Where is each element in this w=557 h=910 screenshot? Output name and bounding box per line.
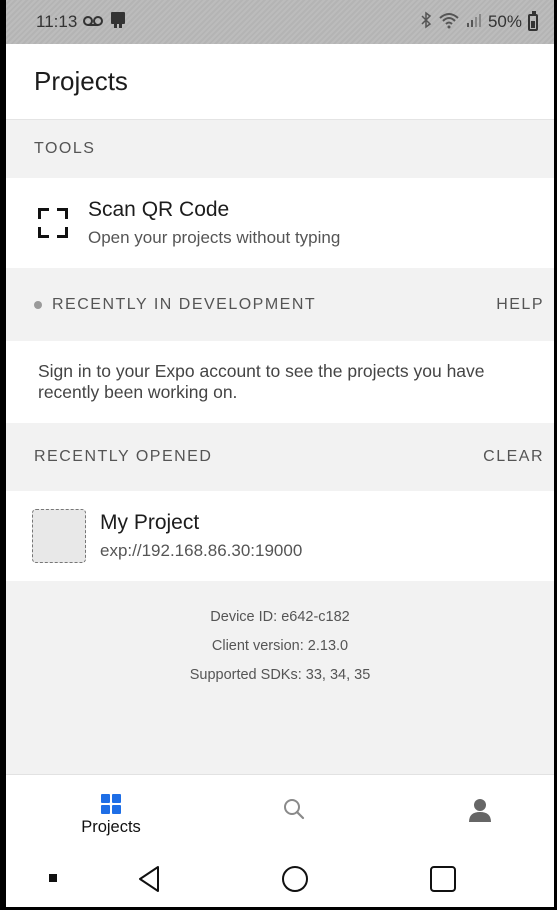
supported-sdks: Supported SDKs: 33, 34, 35	[189, 667, 371, 683]
signal-icon	[466, 12, 482, 33]
system-nav-bar	[6, 848, 554, 907]
scan-qr-title: Scan QR Code	[88, 198, 230, 221]
recent-opened-section-header: RECENTLY OPENED CLEAR	[6, 423, 554, 491]
menu-square-icon[interactable]	[42, 848, 66, 907]
search-icon	[282, 797, 306, 826]
grid-icon	[101, 794, 121, 814]
scan-qr-code-row[interactable]: Scan QR Code Open your projects without …	[6, 178, 554, 268]
project-name: My Project	[100, 511, 200, 534]
page-title: Projects	[34, 66, 128, 96]
scan-qr-subtitle: Open your projects without typing	[88, 228, 341, 247]
battery-percent: 50%	[487, 12, 522, 31]
help-button[interactable]: HELP	[496, 296, 544, 314]
tools-section-header: TOOLS	[6, 120, 554, 178]
bottom-tab-bar: Projects	[6, 774, 554, 848]
back-triangle-icon[interactable]	[132, 848, 166, 907]
bluetooth-icon	[420, 11, 432, 34]
device-id: Device ID: e642-c182	[210, 609, 350, 625]
clear-button[interactable]: CLEAR	[483, 448, 544, 466]
recents-square-icon[interactable]	[426, 848, 460, 907]
tools-section-label: TOOLS	[34, 140, 96, 157]
home-circle-icon[interactable]	[278, 848, 312, 907]
project-url: exp://192.168.86.30:19000	[100, 541, 303, 560]
tab-profile[interactable]	[410, 775, 550, 849]
status-time: 11:13	[36, 12, 78, 31]
app-header: Projects	[6, 44, 554, 120]
tab-projects-label: Projects	[81, 818, 141, 836]
tab-projects[interactable]: Projects	[41, 775, 181, 849]
status-bar: 11:13 50%	[6, 0, 554, 44]
recent-dev-section-header: RECENTLY IN DEVELOPMENT HELP	[6, 268, 554, 341]
status-dot-icon	[34, 300, 42, 309]
recent-opened-section-label: RECENTLY OPENED	[34, 448, 213, 465]
app-screen: 11:13 50% Projects TOOLS Scan QR Code Op…	[0, 0, 557, 910]
client-version: Client version: 2.13.0	[211, 638, 349, 654]
tab-search[interactable]	[224, 775, 364, 849]
sign-in-message: Sign in to your Expo account to see the …	[6, 341, 554, 423]
project-thumbnail	[32, 509, 86, 563]
person-icon	[467, 797, 493, 828]
wifi-icon	[438, 11, 460, 34]
recent-dev-section-label: RECENTLY IN DEVELOPMENT	[52, 295, 317, 313]
device-info: Device ID: e642-c182 Client version: 2.1…	[6, 581, 554, 774]
voicemail-icon	[83, 12, 104, 32]
battery-icon	[528, 10, 538, 31]
notification-app-icon	[109, 11, 127, 34]
list-item[interactable]: My Project exp://192.168.86.30:19000	[6, 491, 554, 581]
qr-scan-icon	[36, 206, 70, 240]
